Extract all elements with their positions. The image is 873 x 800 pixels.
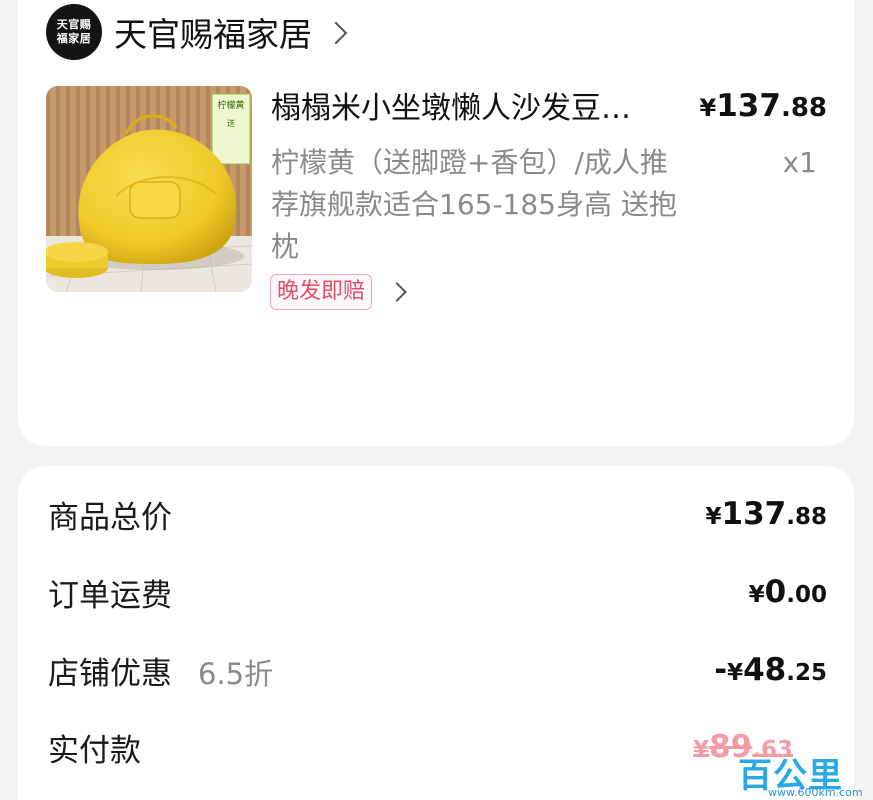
summary-label: 实付款: [48, 732, 141, 769]
value-currency: ¥: [705, 504, 722, 530]
value-currency: ¥: [727, 660, 744, 686]
product-thumbnail[interactable]: 柠檬黄 送: [46, 86, 252, 292]
late-shipment-compensation-tag[interactable]: 晚发即赔: [270, 274, 373, 310]
summary-row-shipping: 订单运费 ¥0.00: [48, 567, 827, 617]
store-logo: 天官赐 福家居: [46, 4, 102, 60]
summary-label: 店铺优惠: [48, 655, 172, 692]
value-dec: .88: [786, 504, 827, 530]
store-logo-line2: 福家居: [56, 32, 92, 45]
item-price-dec: .88: [780, 93, 827, 123]
store-name[interactable]: 天官赐福家居: [114, 8, 312, 56]
chevron-right-icon: [387, 282, 407, 302]
value-currency: ¥: [693, 737, 710, 763]
value-sign: -: [714, 652, 728, 688]
summary-row-store-discount[interactable]: 店铺优惠 6.5折 -¥48.25: [48, 645, 827, 695]
summary-value: -¥48.25: [714, 652, 827, 688]
product-title[interactable]: 榻榻米小坐墩懒人沙发豆…: [271, 86, 681, 132]
item-price: ¥137.88: [700, 88, 827, 124]
thumb-sign-text2: 送: [227, 118, 235, 128]
value-int: 48: [743, 652, 787, 688]
discount-rate: 6.5折: [198, 656, 274, 691]
thumb-sign-text1: 柠檬黄: [217, 99, 244, 111]
summary-label: 订单运费: [48, 577, 172, 614]
product-spec: 柠檬黄（送脚蹬+香包）/成人推荐旗舰款适合165-185身高 送抱枕: [271, 146, 677, 263]
value-int: 0: [764, 574, 787, 610]
value-int: 137: [721, 496, 787, 532]
bean-bag-image: 柠檬黄 送: [46, 86, 252, 292]
value-currency: ¥: [748, 582, 765, 608]
item-quantity: x1: [782, 146, 817, 179]
summary-row-goods-total: 商品总价 ¥137.88: [48, 489, 827, 539]
site-watermark: 百公里 www.600km.com: [738, 748, 873, 800]
item-price-int: 137: [716, 88, 781, 124]
summary-row-amount-paid: 实付款 ¥89.63: [48, 722, 827, 772]
store-logo-line1: 天官赐: [56, 18, 92, 31]
summary-label: 商品总价: [48, 499, 172, 536]
summary-value: ¥0.00: [749, 574, 827, 610]
summary-label-group: 店铺优惠 6.5折: [48, 648, 273, 693]
summary-value: ¥137.88: [706, 496, 827, 532]
service-tag-row[interactable]: 晚发即赔: [270, 274, 407, 310]
chevron-right-icon: [324, 21, 348, 45]
value-dec: .25: [786, 660, 827, 686]
watermark-url: www.600km.com: [768, 786, 863, 799]
item-price-currency: ¥: [699, 94, 717, 122]
value-dec: .00: [786, 582, 827, 608]
order-detail-page: 天官赐 福家居 天官赐福家居 柠檬黄 送 榻榻米小坐墩懒人沙发豆… 柠檬黄（送脚…: [0, 0, 873, 800]
store-header[interactable]: 天官赐 福家居 天官赐福家居: [46, 4, 348, 60]
